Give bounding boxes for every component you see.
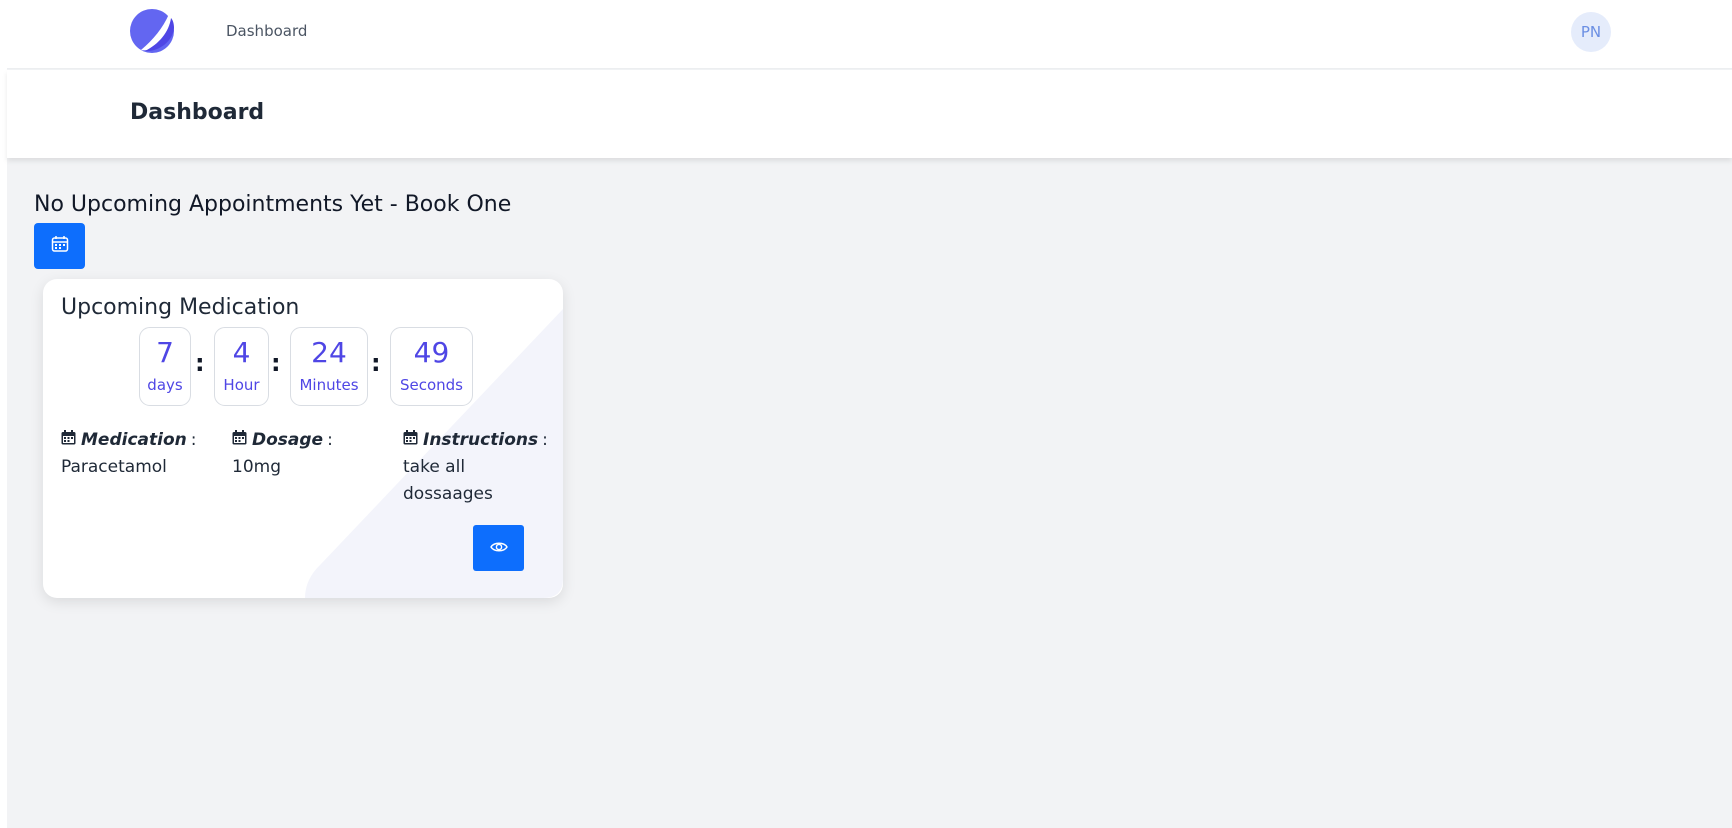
countdown-separator: : bbox=[271, 349, 281, 377]
field-value: take all dossaages bbox=[403, 457, 493, 504]
field-value: 10mg bbox=[232, 457, 281, 477]
calendar-icon bbox=[51, 235, 69, 257]
field-colon: : bbox=[327, 430, 333, 450]
countdown-hours-value: 4 bbox=[232, 336, 251, 369]
view-medication-button[interactable] bbox=[473, 525, 524, 571]
field-colon: : bbox=[190, 430, 197, 450]
instructions-field: Instructions : take all dossaages bbox=[403, 427, 553, 508]
countdown-separator: : bbox=[195, 349, 205, 377]
page-title: Dashboard bbox=[130, 100, 265, 125]
countdown-days: 7 days bbox=[139, 327, 191, 406]
countdown-minutes: 24 Minutes bbox=[290, 327, 368, 406]
field-colon: : bbox=[542, 430, 548, 450]
countdown-seconds-label: Seconds bbox=[399, 376, 464, 394]
top-nav: Dashboard PN bbox=[7, 0, 1732, 69]
countdown-hours: 4 Hour bbox=[214, 327, 269, 406]
countdown-minutes-value: 24 bbox=[311, 336, 347, 369]
page-header: Dashboard bbox=[7, 70, 1732, 158]
page: Dashboard PN Dashboard No Upcoming Appoi… bbox=[7, 0, 1732, 828]
countdown-hours-label: Hour bbox=[223, 376, 260, 394]
field-key: Dosage bbox=[252, 430, 324, 450]
countdown-seconds-value: 49 bbox=[413, 336, 450, 369]
medication-title: Upcoming Medication bbox=[61, 295, 300, 320]
dosage-field: Dosage : 10mg bbox=[232, 427, 382, 481]
countdown-separator: : bbox=[371, 349, 381, 377]
field-key: Medication bbox=[81, 430, 187, 450]
field-key: Instructions bbox=[423, 430, 539, 450]
nav-link-dashboard[interactable]: Dashboard bbox=[226, 22, 307, 40]
app-logo[interactable] bbox=[129, 8, 175, 54]
eye-icon bbox=[489, 539, 508, 558]
countdown-days-label: days bbox=[147, 376, 183, 394]
calendar-icon bbox=[403, 427, 418, 454]
calendar-icon bbox=[232, 427, 247, 454]
countdown-days-value: 7 bbox=[156, 336, 174, 369]
field-value: Paracetamol bbox=[61, 457, 167, 477]
calendar-icon bbox=[61, 427, 76, 454]
medication-field: Medication : Paracetamol bbox=[61, 427, 221, 481]
medication-card: Upcoming Medication 7 days : 4 Hour : 24… bbox=[43, 279, 563, 598]
appointments-message: No Upcoming Appointments Yet - Book One bbox=[34, 192, 512, 217]
avatar[interactable]: PN bbox=[1571, 12, 1611, 52]
countdown-minutes-label: Minutes bbox=[299, 376, 359, 394]
countdown-seconds: 49 Seconds bbox=[390, 327, 473, 406]
book-appointment-button[interactable] bbox=[34, 223, 85, 269]
